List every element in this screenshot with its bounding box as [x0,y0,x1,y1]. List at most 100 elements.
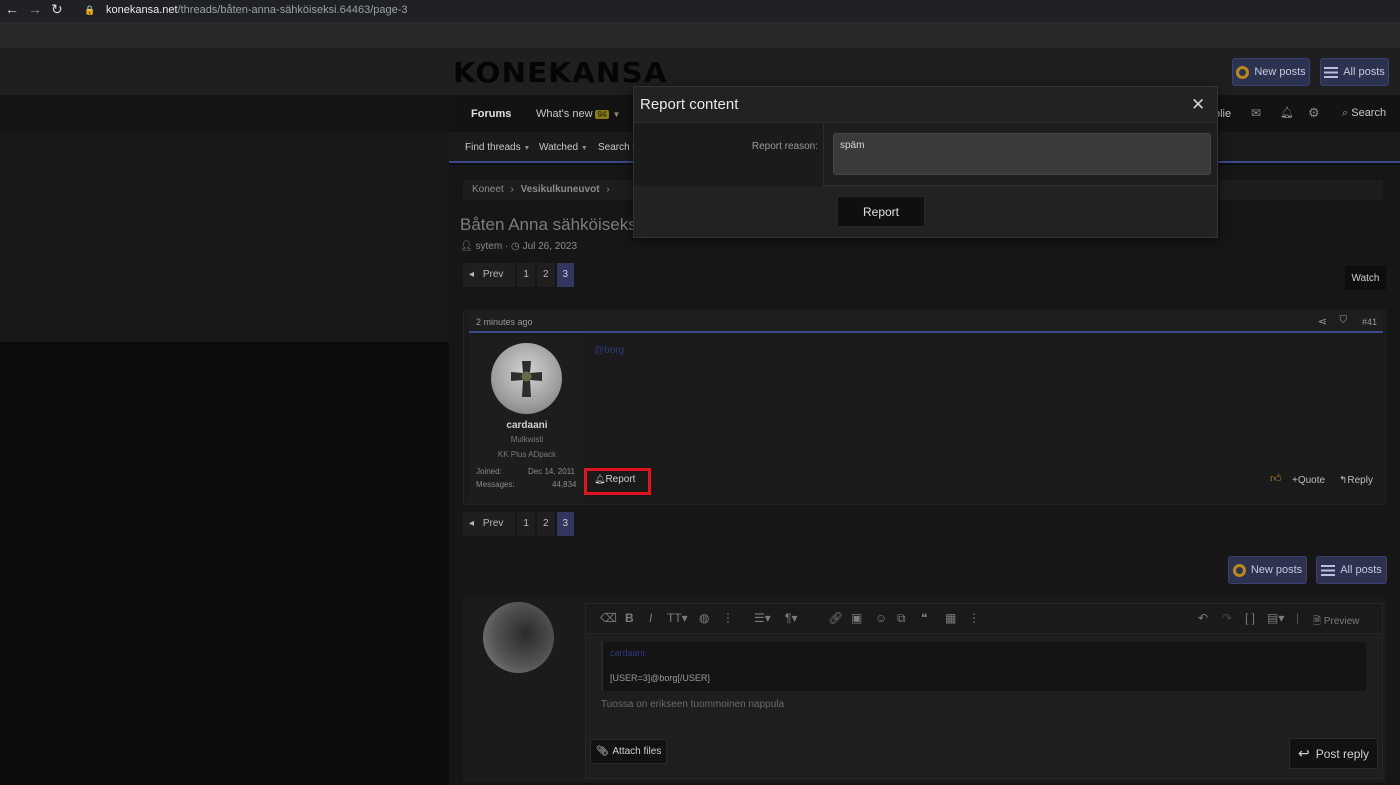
more-icon[interactable]: ⋮ [722,611,734,625]
reply-label: Reply [1347,475,1373,486]
chevron-down-icon: ▼ [580,145,588,152]
post-header: 2 minutes ago ⋖ ⛉ #41 [469,311,1383,333]
thread-date[interactable]: Jul 26, 2023 [523,241,578,252]
pager-prev[interactable]: ◂ Prev [463,263,516,287]
post-time[interactable]: 2 minutes ago [476,317,533,327]
url-domain: konekansa.net [106,4,178,16]
quote-text: [USER=3]@borg[/USER] [610,673,710,683]
user-mention[interactable]: @borg [594,345,624,356]
submit-report-button[interactable]: Report [837,196,925,227]
image-icon[interactable]: ▣ [851,611,862,625]
report-reason-input[interactable]: späm [833,133,1211,175]
separator: | [1296,611,1300,625]
preview-icon: 🗎︎ [1313,616,1322,627]
quote-label: Quote [1297,475,1326,486]
post-number[interactable]: #41 [1362,317,1377,327]
preview-label: Preview [1323,616,1360,627]
messages-value: 44,834 [552,480,577,489]
post-user-title: Mulkwisti [510,435,544,444]
left-panel-top [0,95,449,132]
more-icon[interactable]: ⋮ [968,611,980,625]
redo-icon[interactable]: ↷ [1222,611,1232,625]
quoted-block [601,642,1366,691]
reload-icon[interactable]: ↻ [51,1,63,18]
palette-icon[interactable]: ◍ [699,611,709,625]
close-icon[interactable]: ✕ [1191,95,1205,115]
thread-title: Båten Anna sähköiseksi? [460,215,650,234]
pager-prev-label: Prev [476,263,510,287]
chevron-right-icon: › [510,184,514,195]
chevron-right-icon: › [606,184,610,195]
pager-page-current[interactable]: 3 [556,263,575,287]
pager-page-current[interactable]: 3 [556,512,575,536]
italic-icon[interactable]: I [649,611,652,625]
pager-prev[interactable]: ◂ Prev [463,512,516,536]
reply-button[interactable]: ↰Reply [1339,475,1373,486]
table-icon[interactable]: ▦ [945,611,956,625]
site-logo[interactable]: KONEKANSA [453,56,668,89]
pager-prev-label: Prev [476,512,510,536]
link-icon[interactable]: 🔗︎ [828,611,843,625]
code-icon[interactable]: [ ] [1245,611,1255,625]
reply-text[interactable]: Tuossa on erikseen tuommoinen nappula [601,699,784,710]
breadcrumb-koneet[interactable]: Koneet [472,184,504,195]
attach-files-button[interactable]: 📎︎ Attach files [590,739,667,764]
back-icon[interactable]: ← [5,1,19,17]
lock-icon: 🔒 [84,5,96,15]
pager-page[interactable]: 1 [517,263,535,287]
address-bar[interactable]: 🔒 konekansa.net/threads/båten-anna-sähkö… [76,0,1400,20]
media-icon[interactable]: ⧉ [897,611,906,626]
pager-page[interactable]: 2 [536,512,555,536]
list-icon [1324,66,1339,78]
text-size-icon[interactable]: TT▾ [667,611,688,625]
watch-button[interactable]: Watch [1345,266,1386,290]
attach-files-label: Attach files [612,746,662,757]
bookmark-icon[interactable]: ⛉ [1340,315,1348,326]
post-user-banner: KK Plus ADpack [497,450,557,459]
bell-icon[interactable]: 🔔︎ [1280,106,1294,119]
new-posts-button-bottom[interactable]: New posts [1228,556,1307,584]
thread-meta: 👤︎ sytem · ◷ Jul 26, 2023 [460,241,578,252]
nav-search[interactable]: ⌕ Search [1342,107,1386,120]
envelope-icon[interactable]: ✉ [1251,106,1261,120]
subnav-watched[interactable]: Watched ▼ [539,142,588,153]
forward-icon[interactable]: → [28,1,42,17]
bold-icon[interactable]: B [625,611,634,625]
all-posts-button-bottom[interactable]: All posts [1316,556,1387,584]
pager-page[interactable]: 2 [536,263,555,287]
thread-author[interactable]: sytem [475,241,502,252]
quote-icon[interactable]: ❝ [921,611,927,625]
nav-whats-new[interactable]: What's new 94 ▼ [536,108,620,120]
nav-search-label: Search [1351,107,1387,119]
breadcrumb-vesikulkuneuvot[interactable]: Vesikulkuneuvot [521,184,600,195]
watched-label: Watched [539,142,579,153]
like-icon[interactable]: 👍︎ [1270,472,1282,485]
preview-button[interactable]: 🗎︎ Preview [1313,614,1359,631]
all-posts-button[interactable]: All posts [1320,58,1389,86]
new-posts-label: New posts [1250,564,1303,576]
new-posts-icon [1232,563,1246,577]
post-reply-button[interactable]: ↩ Post reply [1289,738,1378,769]
modal-label-column [634,123,824,186]
new-posts-button[interactable]: New posts [1232,58,1310,86]
avatar[interactable] [491,343,562,414]
share-icon[interactable]: ⋖ [1318,315,1327,328]
left-panel-mid [0,132,449,342]
nav-forums[interactable]: Forums [471,108,511,120]
smiley-icon[interactable]: ☺ [875,611,887,625]
pager-page[interactable]: 1 [517,512,535,536]
subnav-find-threads[interactable]: Find threads ▼ [465,142,530,153]
reply-avatar[interactable] [483,602,554,673]
drafts-icon[interactable]: ▤▾ [1267,611,1284,625]
post-username[interactable]: cardaani [469,420,585,431]
quote-author[interactable]: cardaani: [610,648,647,658]
paragraph-icon[interactable]: ¶▾ [785,611,797,625]
quote-button[interactable]: +Quote [1292,475,1325,486]
eraser-icon[interactable]: ⌫ [600,611,617,625]
search-icon: ⌕ [1342,107,1349,119]
new-posts-label: New posts [1254,66,1306,78]
gear-icon[interactable]: ⚙ [1308,105,1320,121]
align-icon[interactable]: ☰▾ [754,611,771,625]
undo-icon[interactable]: ↶ [1198,611,1208,625]
joined-label: Joined: [476,467,502,476]
